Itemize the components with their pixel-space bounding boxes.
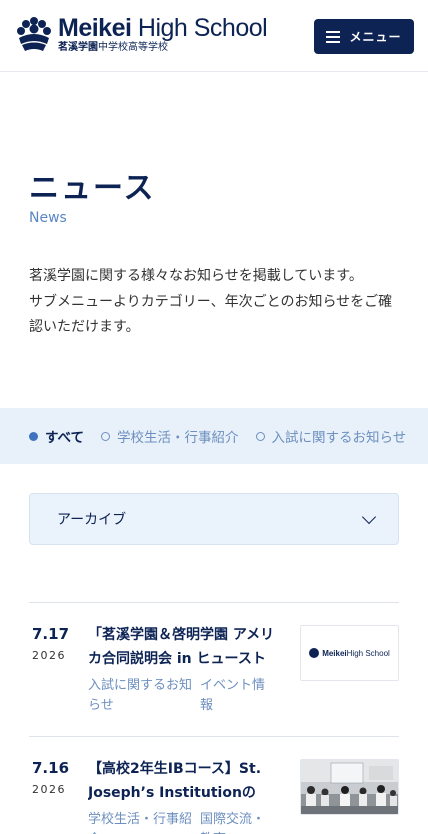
news-item[interactable]: 7.17 2026 「茗溪学園＆啓明学園 アメリカ合同説明会 in ヒューストン…: [29, 602, 399, 736]
news-title[interactable]: 「茗溪学園＆啓明学園 アメリカ合同説明会 in ヒューストン…: [88, 623, 283, 671]
school-emblem-icon: [17, 17, 51, 51]
page-title: ニュース: [29, 171, 156, 206]
radio-circle-icon: [101, 431, 111, 441]
category-filter-bar: すべて 学校生活・行事紹介 入試に関するお知らせ: [0, 408, 428, 464]
news-date-year: 2026: [32, 649, 66, 662]
news-date: 7.17 2026: [32, 625, 69, 662]
news-tags: 学校生活・行事紹介 国際交流・教育: [88, 810, 288, 834]
news-tag-link[interactable]: 国際交流・教育: [200, 810, 275, 834]
intro-text: 茗溪学園に関する様々なお知らせを掲載しています。 サブメニューよりカテゴリー、年…: [29, 264, 401, 341]
news-date-day: 7.17: [32, 625, 70, 643]
radio-dot-icon: [29, 431, 38, 441]
site-logo[interactable]: Meikei High School 茗溪学園中学校高等学校: [14, 14, 268, 58]
logo-wordmark: Meikei High School: [58, 14, 268, 42]
radio-circle-icon: [255, 431, 265, 441]
news-date-day: 7.16: [32, 759, 70, 777]
chevron-down-icon: [361, 509, 377, 524]
school-emblem-icon: [309, 648, 320, 658]
intro-line: 認いただけます。: [29, 319, 140, 335]
thumbnail-logo: MeikeiHigh School: [301, 626, 398, 680]
category-school-life[interactable]: 学校生活・行事紹介: [101, 426, 239, 446]
category-label: 入試に関するお知らせ: [271, 430, 407, 446]
classroom-photo-image: [301, 760, 398, 814]
news-thumbnail[interactable]: MeikeiHigh School: [300, 625, 399, 681]
hamburger-icon: [326, 31, 341, 43]
page-subtitle: News: [29, 210, 67, 226]
news-thumbnail-photo[interactable]: [300, 759, 399, 815]
category-admissions[interactable]: 入試に関するお知らせ: [255, 426, 407, 446]
site-header: Meikei High School 茗溪学園中学校高等学校 メニュー: [0, 0, 428, 72]
menu-button[interactable]: メニュー: [314, 19, 414, 54]
intro-line: サブメニューよりカテゴリー、年次ごとのお知らせをご確: [29, 293, 393, 310]
news-tag-link[interactable]: 入試に関するお知らせ: [88, 676, 200, 716]
news-item[interactable]: 7.16 2026 【高校2年生IBコース】St. Joseph’s Insti…: [29, 736, 399, 834]
intro-line: 茗溪学園に関する様々なお知らせを掲載しています。: [29, 268, 363, 284]
news-list: 7.17 2026 「茗溪学園＆啓明学園 アメリカ合同説明会 in ヒューストン…: [29, 602, 399, 834]
category-all[interactable]: すべて: [29, 426, 84, 446]
archive-label: アーカイブ: [57, 512, 127, 528]
news-date: 7.16 2026: [32, 759, 69, 796]
news-tags: 入試に関するお知らせ イベント情報: [88, 676, 288, 716]
archive-dropdown[interactable]: アーカイブ: [29, 493, 399, 545]
news-title[interactable]: 【高校2年生IBコース】St. Joseph’s Institutionの生…: [88, 757, 283, 805]
category-label: 学校生活・行事紹介: [117, 430, 239, 446]
logo-subtitle: 茗溪学園中学校高等学校: [58, 42, 168, 53]
news-tag-link[interactable]: 学校生活・行事紹介: [88, 810, 200, 834]
news-tag-link[interactable]: イベント情報: [200, 676, 275, 716]
menu-button-label: メニュー: [349, 30, 402, 44]
news-date-year: 2026: [32, 783, 66, 796]
category-label: すべて: [45, 430, 85, 446]
